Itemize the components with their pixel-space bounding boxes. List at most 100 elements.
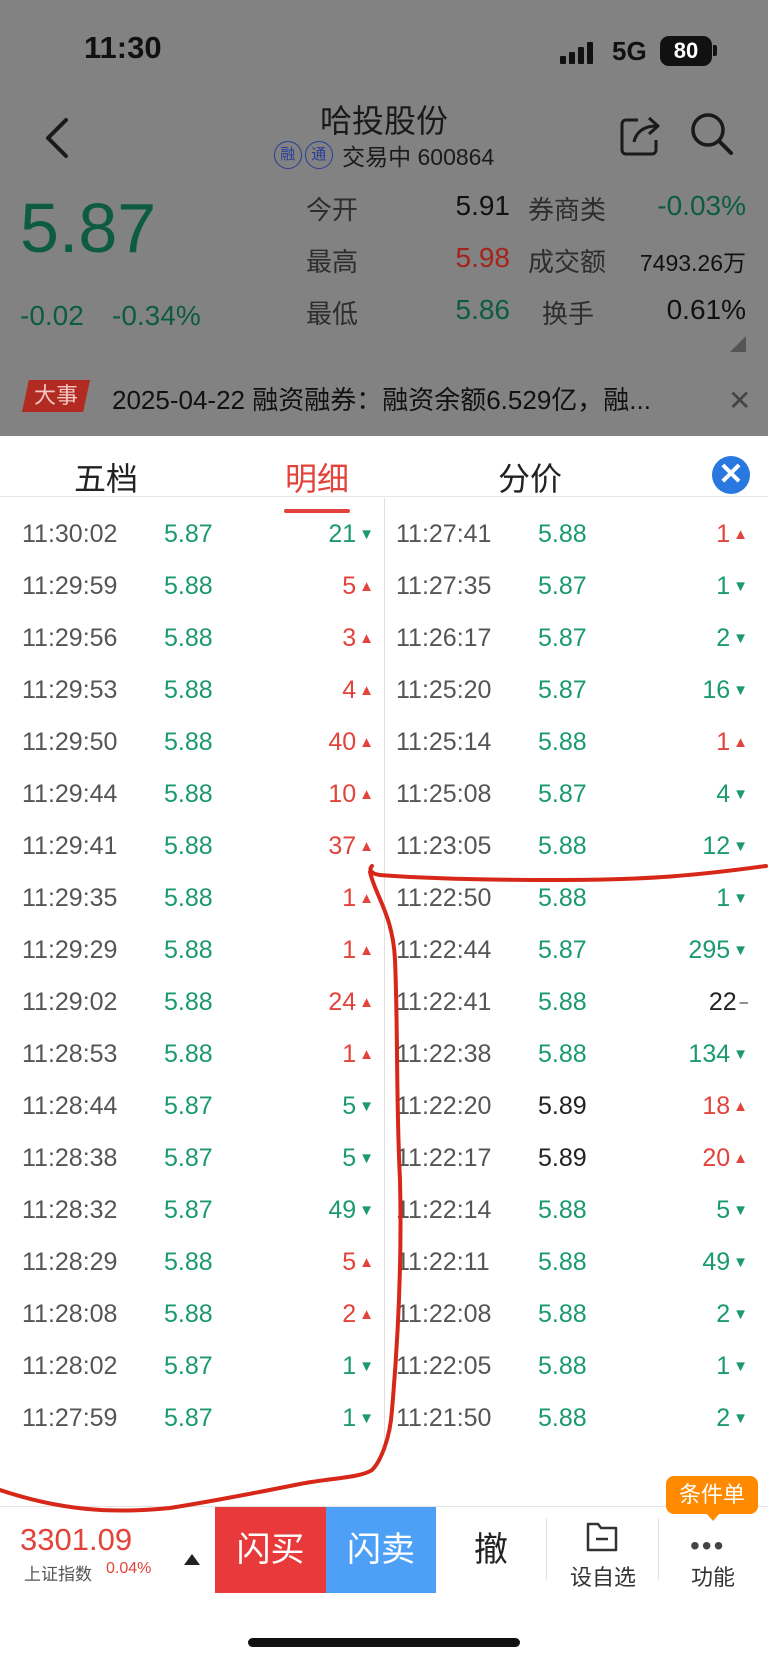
tick-volume: 134 ▼ — [688, 1040, 748, 1069]
up-arrow-icon: ▲ — [359, 630, 374, 647]
tick-price: 5.88 — [164, 624, 213, 652]
tick-volume: 2 ▼ — [716, 1300, 748, 1329]
turnover-rate-label: 换手 — [542, 299, 595, 329]
tick-price: 5.87 — [164, 1144, 213, 1172]
tick-time: 11:22:41 — [396, 988, 492, 1016]
news-text[interactable]: 2025-04-22 融资融券：融资余额6.529亿，融... — [112, 380, 712, 417]
tick-list-right[interactable]: 11:27:41 5.88 1 ▲ 11:27:35 5.87 1 ▼ 11:26:17 5.87… — [396, 498, 748, 1448]
tick-price: 5.87 — [538, 572, 587, 600]
tick-list-left[interactable]: 11:30:02 5.87 21 ▼ 11:29:59 5.88 5 ▲ 11:29:56 5.8… — [22, 498, 374, 1448]
function-label[interactable]: 功能 — [660, 1560, 766, 1592]
tick-volume-value: 4 — [716, 780, 731, 808]
tick-row: 11:29:59 5.88 5 ▲ — [22, 572, 374, 624]
tick-time: 11:29:41 — [22, 832, 118, 860]
tick-row: 11:28:53 5.88 1 ▲ — [22, 1040, 374, 1092]
tick-row: 11:30:02 5.87 21 ▼ — [22, 520, 374, 572]
sector-label: 券商类 — [528, 195, 607, 225]
search-icon[interactable] — [688, 110, 736, 158]
add-watchlist-icon[interactable] — [584, 1518, 620, 1554]
tick-time: 11:29:59 — [22, 572, 118, 600]
tab-five-level[interactable]: 五档 — [74, 454, 138, 500]
tick-price: 5.88 — [164, 884, 213, 912]
tick-time: 11:29:56 — [22, 624, 118, 652]
tick-volume: 2 ▲ — [342, 1300, 374, 1329]
tick-volume: 1 ▼ — [716, 884, 748, 913]
tick-volume: 295 ▼ — [688, 936, 748, 965]
down-arrow-icon: ▼ — [733, 1046, 748, 1063]
tick-time: 11:22:17 — [396, 1144, 492, 1172]
down-arrow-icon: ▼ — [733, 786, 748, 803]
tick-time: 11:22:14 — [396, 1196, 492, 1224]
tick-row: 11:27:41 5.88 1 ▲ — [396, 520, 748, 572]
tick-volume: 4 ▲ — [342, 676, 374, 705]
tick-time: 11:29:29 — [22, 936, 118, 964]
tick-time: 11:22:08 — [396, 1300, 492, 1328]
tick-volume-value: 1 — [716, 728, 731, 756]
tick-volume-value: 1 — [342, 1404, 357, 1432]
tick-price: 5.88 — [538, 1352, 587, 1380]
cancel-order-button[interactable]: 撤 — [436, 1507, 546, 1593]
share-icon[interactable] — [618, 112, 664, 158]
news-close-icon[interactable]: ✕ — [728, 384, 751, 417]
down-arrow-icon: ▼ — [733, 578, 748, 595]
tick-volume: 22– — [709, 988, 748, 1017]
tick-volume-value: 2 — [716, 624, 731, 652]
expand-up-icon[interactable] — [184, 1554, 200, 1565]
close-panel-button[interactable]: ✕ — [712, 456, 750, 494]
tick-price: 5.88 — [538, 988, 587, 1016]
tick-volume: 10 ▲ — [328, 780, 374, 809]
tick-price: 5.88 — [164, 572, 213, 600]
quick-buy-button[interactable]: 闪买 — [215, 1507, 326, 1593]
margin-badge: 融 — [273, 141, 302, 169]
tick-volume-value: 37 — [328, 832, 357, 860]
tick-time: 11:28:08 — [22, 1300, 118, 1328]
tick-time: 11:27:59 — [22, 1404, 118, 1432]
tick-price: 5.88 — [538, 832, 587, 860]
up-arrow-icon: ▲ — [359, 994, 374, 1011]
divider — [0, 496, 768, 497]
down-arrow-icon: ▼ — [733, 1410, 748, 1427]
tick-volume-value: 16 — [702, 676, 731, 704]
expand-corner-icon[interactable] — [730, 336, 746, 352]
tick-row: 11:22:11 5.88 49 ▼ — [396, 1248, 748, 1300]
tick-volume-value: 2 — [716, 1300, 731, 1328]
add-watchlist-label[interactable]: 设自选 — [548, 1560, 658, 1592]
tick-time: 11:28:53 — [22, 1040, 118, 1068]
index-value[interactable]: 3301.09 — [20, 1522, 132, 1558]
tick-price: 5.88 — [164, 832, 213, 860]
tick-row: 11:28:32 5.87 49 ▼ — [22, 1196, 374, 1248]
down-arrow-icon: ▼ — [359, 1358, 374, 1375]
tick-row: 11:22:05 5.88 1 ▼ — [396, 1352, 748, 1404]
tick-price: 5.88 — [164, 728, 213, 756]
tick-volume-value: 3 — [342, 624, 357, 652]
flat-dash-icon: – — [739, 994, 748, 1011]
more-icon[interactable]: ••• — [690, 1530, 725, 1562]
tick-volume: 5 ▼ — [716, 1196, 748, 1225]
tick-volume: 4 ▼ — [716, 780, 748, 809]
tick-price: 5.88 — [538, 1248, 587, 1276]
tick-row: 11:22:20 5.89 18 ▲ — [396, 1092, 748, 1144]
high-label: 最高 — [306, 247, 359, 277]
tick-row: 11:28:44 5.87 5 ▼ — [22, 1092, 374, 1144]
up-arrow-icon: ▲ — [359, 838, 374, 855]
tick-volume: 5 ▲ — [342, 1248, 374, 1277]
conditional-order-badge[interactable]: 条件单 — [666, 1476, 758, 1514]
down-arrow-icon: ▼ — [359, 1410, 374, 1427]
tick-time: 11:26:17 — [396, 624, 492, 652]
tick-time: 11:25:14 — [396, 728, 492, 756]
turnover-label: 成交额 — [528, 247, 607, 277]
up-arrow-icon: ▲ — [359, 734, 374, 751]
quick-sell-button[interactable]: 闪卖 — [326, 1507, 436, 1593]
tick-price: 5.88 — [538, 1300, 587, 1328]
tick-row: 11:28:02 5.87 1 ▼ — [22, 1352, 374, 1404]
tab-detail[interactable]: 明细 — [285, 454, 349, 500]
price-change: -0.02 — [20, 300, 84, 331]
tick-volume-value: 1 — [342, 1352, 357, 1380]
tick-time: 11:28:38 — [22, 1144, 118, 1172]
tick-time: 11:29:44 — [22, 780, 118, 808]
up-arrow-icon: ▲ — [733, 1098, 748, 1115]
tab-price-distribution[interactable]: 分价 — [498, 454, 562, 500]
tick-volume: 1 ▼ — [716, 572, 748, 601]
tick-time: 11:25:08 — [396, 780, 492, 808]
tick-row: 11:29:41 5.88 37 ▲ — [22, 832, 374, 884]
